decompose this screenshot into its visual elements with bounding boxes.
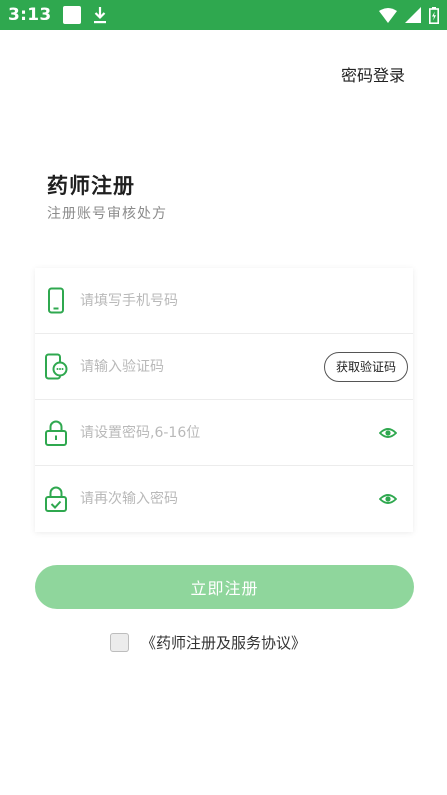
page-title: 药师注册 (47, 174, 135, 198)
status-icons (379, 6, 439, 24)
lock-icon (45, 420, 67, 446)
notification-square-icon (63, 6, 82, 24)
agreement-link[interactable]: 《药师注册及服务协议》 (141, 632, 306, 653)
password-input[interactable] (80, 424, 300, 441)
status-time: 3:13 (8, 5, 52, 25)
agreement-checkbox[interactable] (110, 633, 129, 652)
download-icon (94, 7, 107, 24)
code-input[interactable] (80, 358, 300, 375)
wifi-icon (379, 7, 397, 23)
phone-input[interactable] (80, 292, 300, 309)
phone-icon (48, 287, 64, 313)
eye-icon[interactable] (379, 492, 397, 506)
page-subtitle: 注册账号审核处方 (47, 206, 167, 222)
eye-icon[interactable] (379, 426, 397, 440)
code-field: 获取验证码 (35, 334, 413, 400)
signal-icon (405, 7, 421, 23)
get-code-button[interactable]: 获取验证码 (323, 351, 408, 382)
confirm-password-input[interactable] (80, 491, 300, 507)
lock-check-icon (45, 486, 67, 512)
password-login-link[interactable]: 密码登录 (341, 62, 405, 86)
password-field (35, 400, 413, 466)
battery-icon (429, 6, 439, 24)
phone-field (35, 268, 413, 334)
agreement-row: 《药师注册及服务协议》 (110, 632, 306, 653)
register-button[interactable]: 立即注册 (35, 565, 414, 609)
confirm-password-field (35, 466, 413, 532)
status-bar: 3:13 (0, 0, 447, 30)
message-code-icon (45, 353, 68, 379)
register-form: 获取验证码 (35, 268, 413, 532)
